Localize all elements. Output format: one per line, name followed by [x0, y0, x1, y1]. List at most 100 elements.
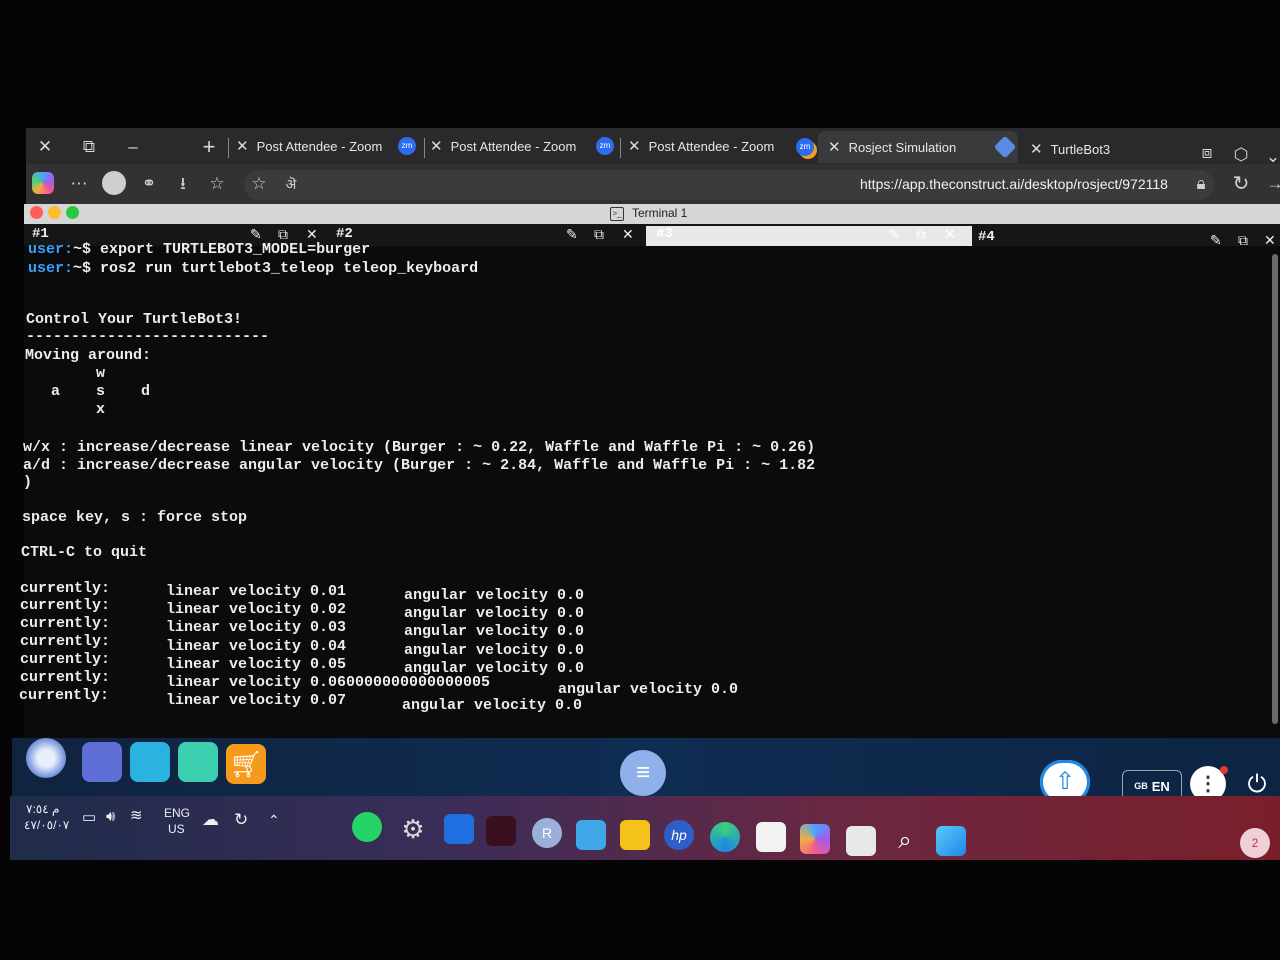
close-tab-icon[interactable]: ✕	[1030, 137, 1043, 163]
close-tab-icon[interactable]: ✕	[430, 134, 443, 160]
project-app-icon[interactable]	[486, 816, 516, 846]
sync-icon[interactable]: ↻	[234, 810, 248, 830]
screen: ✕ ⧉ – + ✕ Post Attendee - Zoom zm ✕ Post…	[0, 0, 1280, 960]
pane-4-edit-icon[interactable]: ✎	[1210, 232, 1222, 249]
favorite-star-icon[interactable]: ☆	[246, 171, 272, 197]
mail-icon[interactable]	[576, 820, 606, 850]
dropbox-icon[interactable]	[444, 814, 474, 844]
close-tab-icon[interactable]: ✕	[628, 134, 641, 160]
refresh-icon[interactable]: ↻	[1228, 171, 1254, 197]
battery-icon[interactable]: ▭	[82, 808, 96, 826]
language-badge: GB	[1134, 781, 1148, 791]
pane-3-close-icon[interactable]: ✕	[944, 226, 956, 243]
lock-icon[interactable]: 🔒︎	[1188, 171, 1214, 197]
tab-zoom-2[interactable]: ✕ Post Attendee - Zoom	[430, 134, 576, 160]
windows-start-icon[interactable]	[936, 826, 966, 856]
keyboard-lang[interactable]: ENG	[164, 806, 190, 820]
status-angular: angular velocity 0.0	[404, 642, 585, 659]
output-help-angular-end: )	[23, 474, 33, 491]
extensions-icon[interactable]: ⬡	[1230, 144, 1252, 166]
terminal-scrollbar[interactable]	[1272, 254, 1278, 724]
ms-store-icon[interactable]	[756, 822, 786, 852]
pane-4-popout-icon[interactable]: ⧉	[1238, 232, 1248, 249]
url-text[interactable]: https://app.theconstruct.ai/desktop/rosj…	[860, 176, 1168, 192]
pane-tab-3[interactable]: #3	[656, 226, 673, 242]
terminal-maximize-button[interactable]	[66, 206, 79, 219]
pane-3-edit-icon[interactable]: ✎	[888, 226, 900, 243]
copilot-taskbar-icon[interactable]	[800, 824, 830, 854]
pane-tab-1[interactable]: #1	[32, 226, 49, 242]
prompt-path: ~$	[73, 241, 92, 258]
settings-gear-icon[interactable]: ⚙	[398, 814, 428, 844]
status-label: currently:	[20, 669, 111, 686]
pane-3-popout-icon[interactable]: ⧉	[916, 226, 926, 243]
close-tab-icon[interactable]: ✕	[236, 134, 249, 160]
zoom-app-icon: zm	[596, 137, 614, 155]
keyboard-region[interactable]: US	[168, 822, 185, 836]
cloud-icon[interactable]: ☁	[202, 810, 219, 830]
pane-2-popout-icon[interactable]: ⧉	[594, 226, 604, 243]
more-icon[interactable]: ⋯	[66, 171, 92, 197]
hp-icon[interactable]: hp	[664, 820, 694, 850]
wifi-icon[interactable]: ≋	[130, 806, 143, 824]
close-tab-icon[interactable]: ✕	[828, 135, 841, 161]
terminal-minimize-button[interactable]	[48, 206, 61, 219]
task-view-icon[interactable]	[846, 826, 876, 856]
download-icon[interactable]: ⭳	[170, 171, 196, 197]
reader-mode-icon[interactable]: ⧈	[1196, 142, 1218, 164]
launcher-icon[interactable]	[26, 738, 66, 778]
clock-date[interactable]: ٤۷/٠٥/٠٧	[24, 818, 69, 832]
pane-4-close-icon[interactable]: ✕	[1264, 232, 1276, 249]
output-heading: Control Your TurtleBot3!	[26, 311, 243, 328]
command-line-2: user:~$ ros2 run turtlebot3_teleop teleo…	[28, 260, 478, 278]
tab-label: TurtleBot3	[1050, 142, 1111, 157]
search-icon[interactable]: ⌕	[890, 826, 920, 856]
close-window-icon[interactable]: ✕	[34, 136, 56, 158]
edge-icon[interactable]	[710, 822, 740, 852]
prompt-path: ~$	[73, 260, 92, 277]
pane-tab-4[interactable]: #4	[978, 229, 995, 245]
academy-icon[interactable]	[82, 742, 122, 782]
volume-icon[interactable]: 🔊︎	[106, 808, 115, 825]
tab-turtlebot3[interactable]: ✕ TurtleBot3	[1030, 137, 1110, 163]
pane-2-edit-icon[interactable]: ✎	[566, 226, 578, 243]
tab-separator	[620, 138, 621, 158]
chevron-up-icon[interactable]: ⌃	[268, 812, 280, 829]
minimize-window-icon[interactable]: –	[122, 136, 144, 158]
avatar-r-icon[interactable]: R	[532, 818, 562, 848]
output-key-w: w	[96, 365, 106, 382]
tab-label: Rosject Simulation	[848, 140, 957, 155]
whatsapp-icon[interactable]	[352, 812, 382, 842]
rosject-cube-icon[interactable]	[130, 742, 170, 782]
status-label: currently:	[20, 651, 111, 668]
profile-avatar-icon[interactable]	[102, 171, 126, 195]
favorites-list-icon[interactable]: ☆	[204, 171, 230, 197]
pane-2-close-icon[interactable]: ✕	[622, 226, 634, 243]
file-explorer-icon[interactable]	[620, 820, 650, 850]
status-label: currently:	[19, 687, 110, 704]
status-linear: linear velocity 0.05	[166, 656, 347, 673]
notification-center-icon[interactable]: 2	[1240, 828, 1270, 858]
command-text: ros2 run turtlebot3_teleop teleop_keyboa…	[91, 260, 479, 277]
robot-icon[interactable]	[178, 742, 218, 782]
read-aloud-icon[interactable]: ऄ	[278, 171, 304, 197]
collections-icon[interactable]: ⚭	[136, 171, 162, 197]
tab-zoom-3[interactable]: ✕ Post Attendee - Zoom	[628, 134, 774, 160]
tab-rosject-simulation[interactable]: ✕ Rosject Simulation	[828, 135, 956, 161]
store-cart-icon[interactable]: 🛒︎	[226, 744, 266, 784]
output-moving: Moving around:	[25, 347, 152, 364]
tab-label: Post Attendee - Zoom	[450, 139, 577, 154]
status-angular: angular velocity 0.0	[404, 623, 585, 640]
new-tab-icon[interactable]: +	[198, 136, 220, 158]
menu-icon[interactable]: ≡	[620, 750, 666, 796]
forward-icon[interactable]: →	[1262, 171, 1280, 197]
copilot-icon[interactable]	[32, 172, 54, 194]
terminal-app-icon: >_	[610, 207, 624, 221]
tab-zoom-1[interactable]: ✕ Post Attendee - Zoom	[236, 134, 382, 160]
prompt-user: user:	[28, 241, 74, 258]
pane-tab-2[interactable]: #2	[336, 226, 353, 242]
restore-window-icon[interactable]: ⧉	[78, 136, 100, 158]
terminal-close-button[interactable]	[30, 206, 43, 219]
clock-time[interactable]: م ۷:٥٤	[26, 802, 59, 816]
output-rule: ---------------------------	[26, 328, 270, 345]
